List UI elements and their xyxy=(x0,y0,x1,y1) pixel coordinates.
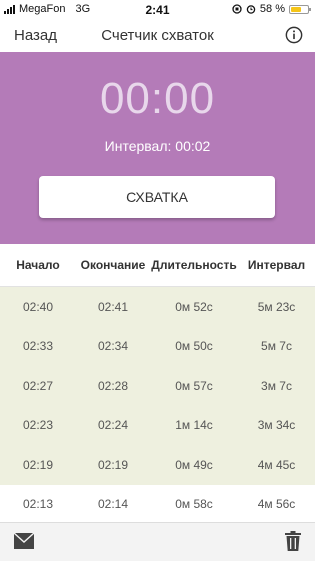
cell-end: 02:34 xyxy=(97,339,129,354)
cell-end: 02:19 xyxy=(97,457,129,472)
cell-duration: 1м 14с xyxy=(175,418,213,433)
info-icon[interactable] xyxy=(285,26,303,44)
nav-bar: Назад Счетчик схваток xyxy=(0,20,315,52)
cell-duration: 0м 57с xyxy=(175,378,213,393)
header-start: Начало xyxy=(16,258,60,272)
header-end: Окончание xyxy=(80,258,146,272)
rotation-lock-icon xyxy=(232,4,242,14)
interval-label: Интервал: 00:02 xyxy=(104,138,211,154)
cell-start: 02:23 xyxy=(22,418,54,433)
header-interval: Интервал xyxy=(247,258,306,272)
table-row[interactable]: 02:33 02:34 0м 50с 5м 7с xyxy=(0,326,315,366)
table-row[interactable]: 02:27 02:28 0м 57с 3м 7с xyxy=(0,366,315,406)
cell-interval: 5м 23с xyxy=(257,299,296,314)
cell-end: 02:14 xyxy=(97,497,129,512)
battery-icon xyxy=(289,4,311,14)
cell-duration: 0м 49с xyxy=(175,457,213,472)
cell-start: 02:13 xyxy=(22,497,54,512)
table-row[interactable]: 02:40 02:41 0м 52с 5м 23с xyxy=(0,287,315,327)
alarm-icon xyxy=(246,5,256,14)
battery-percent: 58 % xyxy=(259,3,285,15)
cell-start: 02:40 xyxy=(22,299,54,314)
back-button[interactable]: Назад xyxy=(14,27,57,44)
cell-end: 02:24 xyxy=(97,418,129,433)
cell-duration: 0м 52с xyxy=(175,299,213,314)
table-header: Начало Окончание Длительность Интервал xyxy=(0,244,315,287)
trash-icon[interactable] xyxy=(283,530,303,552)
cell-interval: 5м 7с xyxy=(261,339,292,354)
cell-start: 02:19 xyxy=(22,457,54,472)
table-row[interactable]: 02:19 02:19 0м 49с 4м 45с xyxy=(0,445,315,485)
table-row[interactable]: 02:13 02:14 0м 58с 4м 56с xyxy=(0,485,315,525)
cell-interval: 4м 45с xyxy=(257,457,296,472)
contraction-button[interactable]: СХВАТКА xyxy=(39,176,275,218)
cell-interval: 3м 34с xyxy=(257,418,296,433)
cell-end: 02:41 xyxy=(97,299,129,314)
cell-interval: 4м 56с xyxy=(257,497,296,512)
cell-interval: 3м 7с xyxy=(261,378,292,393)
contractions-list: 02:40 02:41 0м 52с 5м 23с 02:33 02:34 0м… xyxy=(0,287,315,524)
table-row[interactable]: 02:23 02:24 1м 14с 3м 34с xyxy=(0,405,315,445)
status-bar: MegaFon 3G 2:41 58 % xyxy=(0,0,315,20)
timer-display: 00:00 xyxy=(99,74,216,123)
cell-start: 02:33 xyxy=(22,339,54,354)
timer-panel: 00:00 Интервал: 00:02 СХВАТКА xyxy=(0,52,315,244)
cell-start: 02:27 xyxy=(22,378,54,393)
bottom-toolbar xyxy=(0,522,315,561)
cell-end: 02:28 xyxy=(97,378,129,393)
header-duration: Длительность xyxy=(151,258,237,272)
cell-duration: 0м 50с xyxy=(175,339,213,354)
mail-icon[interactable] xyxy=(13,532,35,550)
status-right: 58 % xyxy=(232,3,311,15)
cell-duration: 0м 58с xyxy=(175,497,213,512)
